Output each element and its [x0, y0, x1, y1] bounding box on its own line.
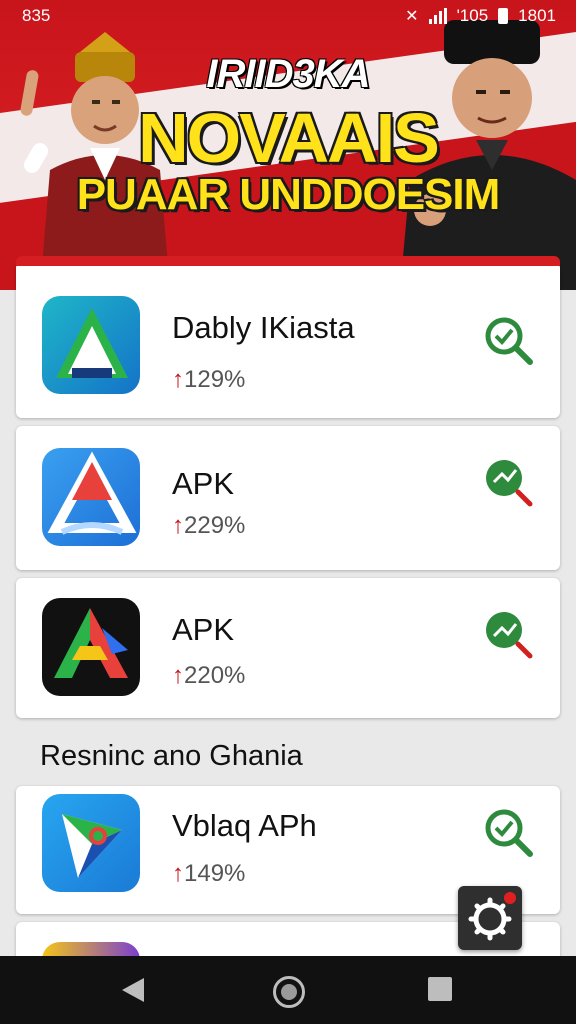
status-time: 835 — [22, 6, 51, 25]
recents-icon[interactable] — [428, 977, 452, 1001]
status-clock: 1801 — [518, 6, 556, 25]
app-percent: ↑129% — [172, 366, 246, 393]
app-percent: ↑220% — [172, 662, 246, 689]
app-list-item[interactable]: APK ↑229% — [16, 426, 560, 570]
section-header: Resninc ano Ghania — [16, 722, 560, 784]
magnifier-chart-icon[interactable] — [482, 608, 534, 660]
battery-icon — [498, 8, 509, 24]
banner: 835 ✕ '105 1801 IRIID3KA NOVAAIS PUAAR U… — [0, 0, 576, 290]
app-name: APK — [172, 612, 235, 647]
signal-icon — [428, 8, 447, 24]
app-name: APK — [172, 466, 235, 501]
app-name: Vblaq APh — [172, 808, 317, 843]
banner-title-line2: NOVAAIS — [138, 99, 440, 177]
app-icon-blue-a — [42, 448, 140, 546]
banner-title-line3: PUAAR UNDDOESIM — [76, 170, 501, 219]
back-icon[interactable] — [122, 978, 144, 1002]
app-name: Dably IKiasta — [172, 310, 355, 345]
app-percent: ↑229% — [172, 512, 246, 539]
banner-title-line1: IRIID3KA — [206, 52, 370, 96]
magnifier-check-icon[interactable] — [482, 314, 534, 366]
status-bar: 835 ✕ '105 1801 — [0, 0, 576, 32]
settings-fab-button[interactable] — [458, 886, 522, 950]
app-percent: ↑149% — [172, 860, 246, 887]
magnifier-check-icon[interactable] — [482, 806, 534, 858]
status-right: ✕ '105 1801 — [405, 6, 556, 26]
section-title: Resninc ano Ghania — [40, 740, 303, 772]
magnifier-arrow-icon[interactable] — [482, 456, 534, 508]
app-icon-multicolor-a — [42, 598, 140, 696]
app-list-item[interactable]: APK ↑220% — [16, 578, 560, 718]
app-list-item[interactable]: Dably IKiasta ↑129% — [16, 262, 560, 418]
android-nav-bar — [0, 956, 576, 1024]
tools-icon: ✕ — [405, 8, 419, 25]
notification-dot — [504, 892, 516, 904]
list-top-accent — [16, 256, 560, 266]
network-label: '105 — [456, 6, 489, 25]
app-icon-map-triangle — [42, 794, 140, 892]
app-icon-green-a — [42, 296, 140, 394]
home-icon[interactable] — [273, 976, 305, 1008]
